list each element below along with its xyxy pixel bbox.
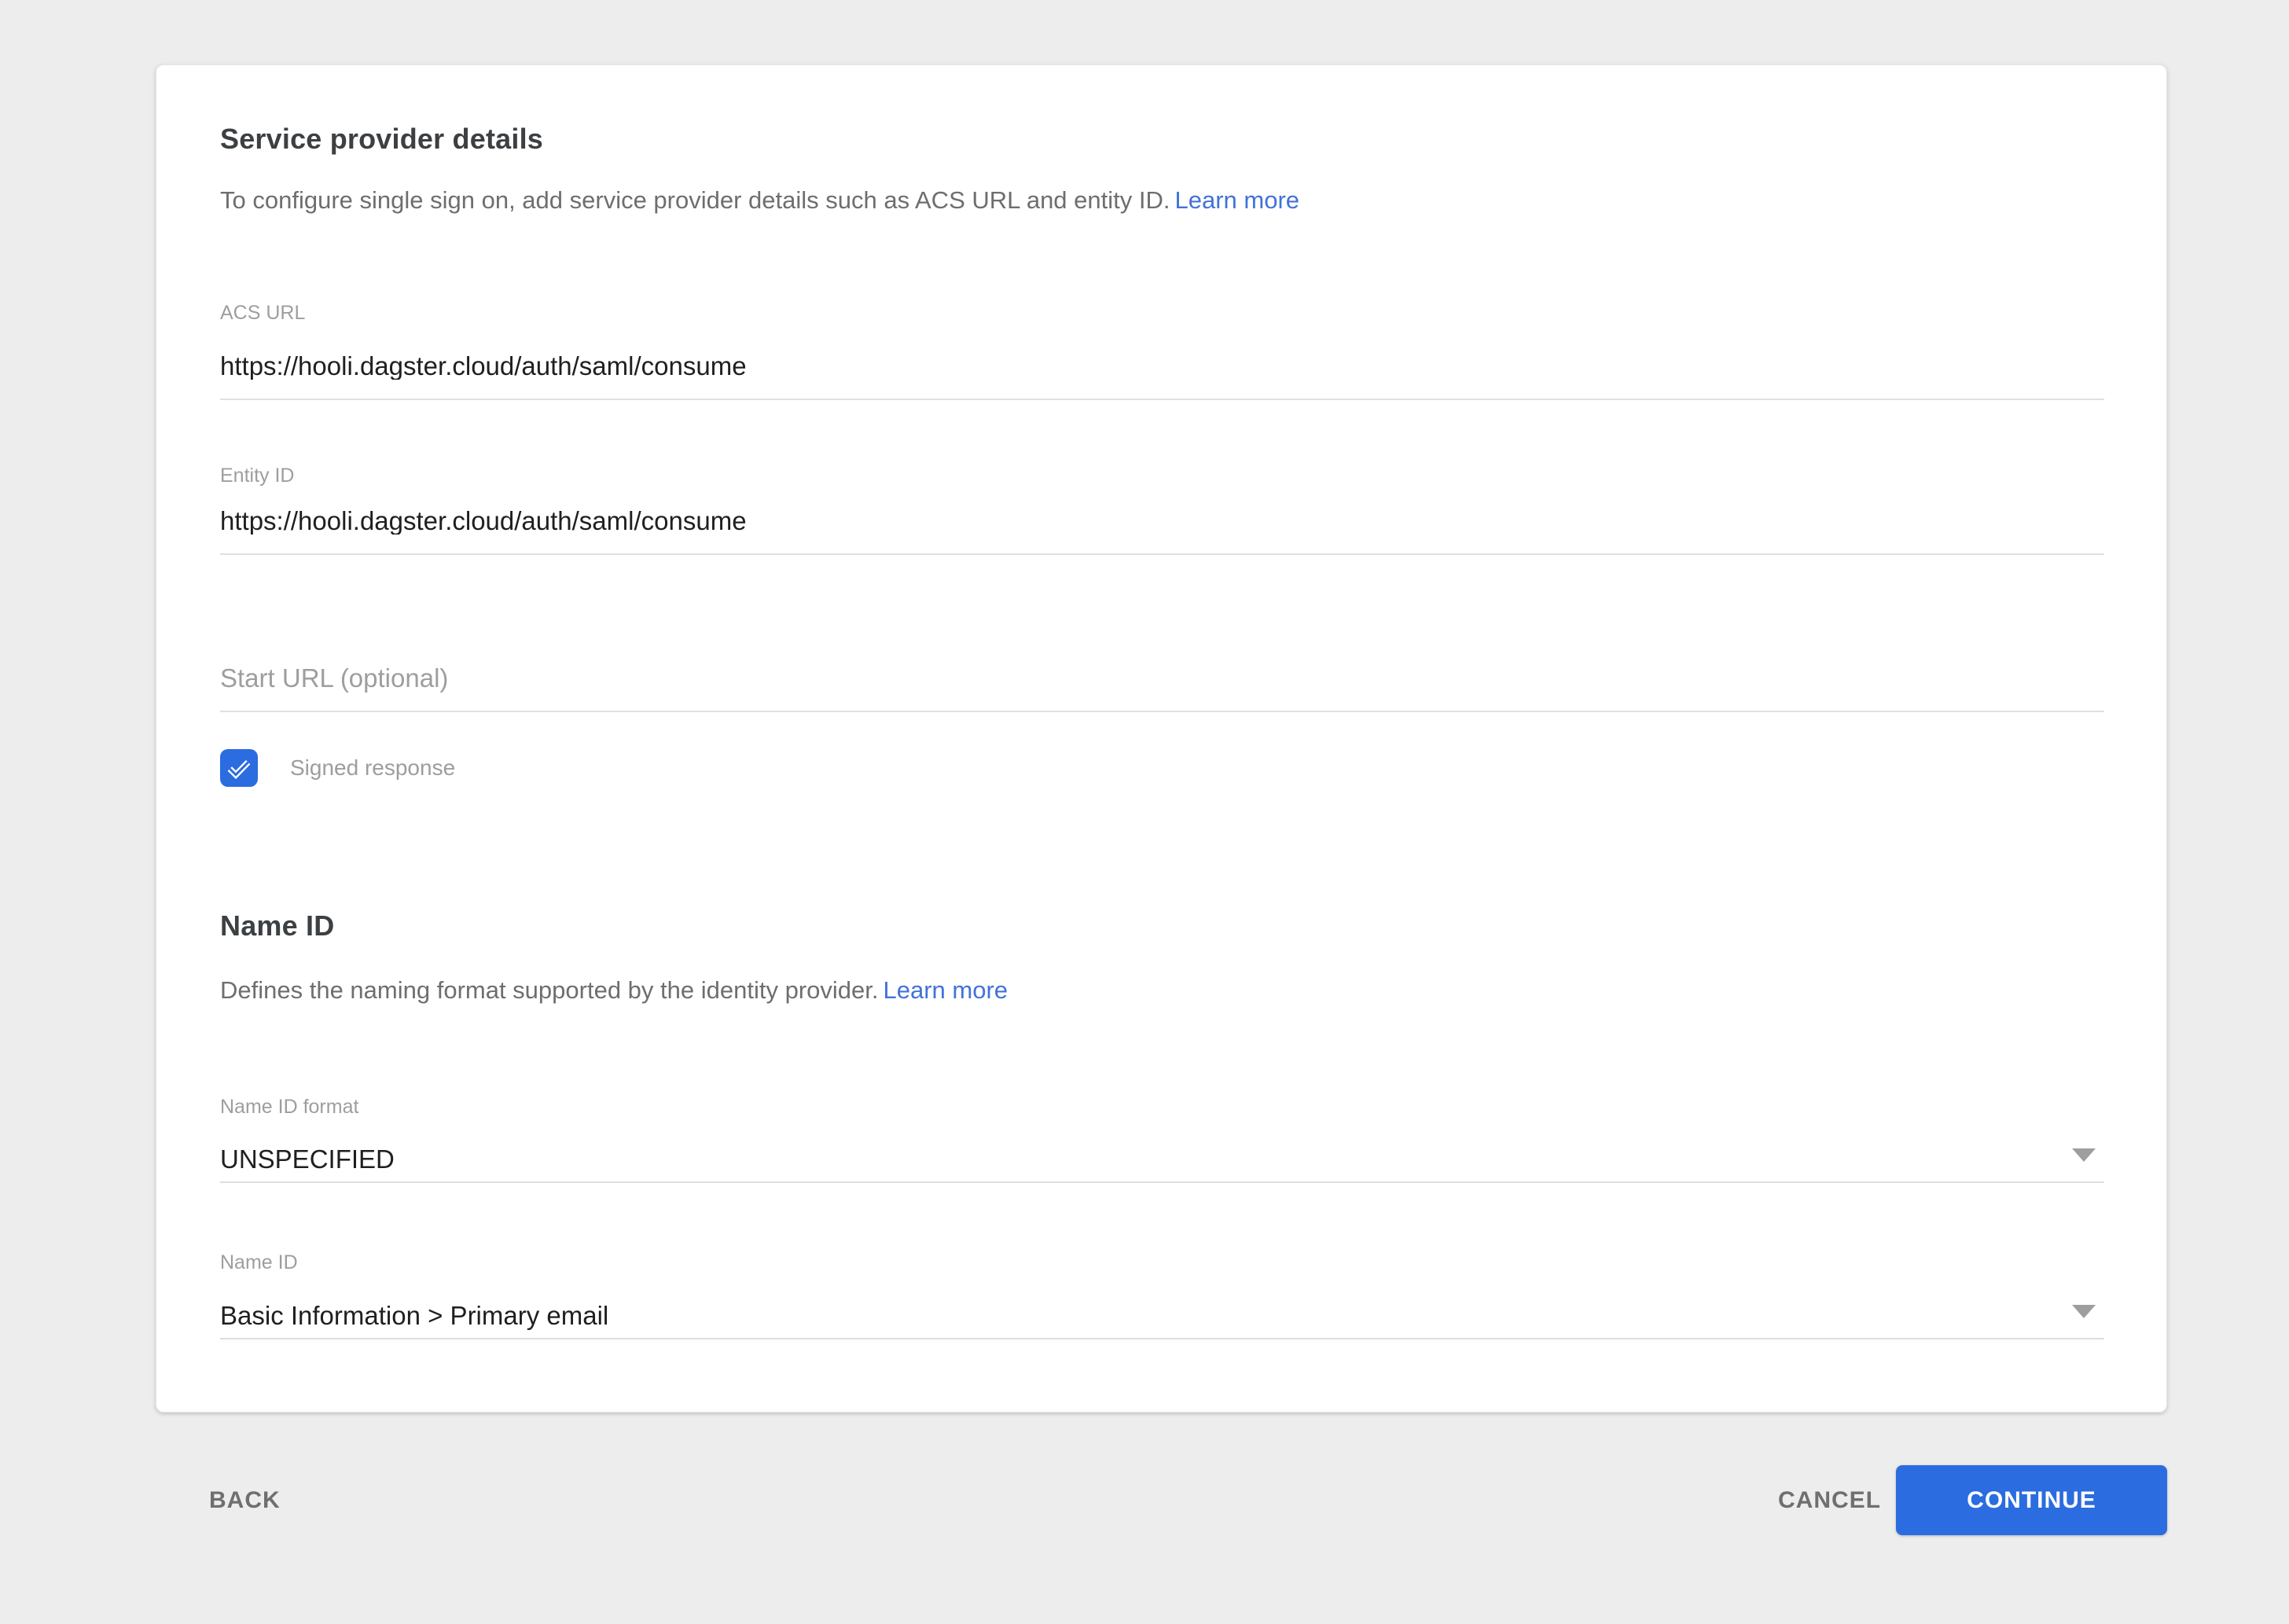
service-provider-description-text: To configure single sign on, add service… xyxy=(220,186,1170,214)
name-id-description-text: Defines the naming format supported by t… xyxy=(220,976,878,1004)
cancel-button[interactable]: CANCEL xyxy=(1762,1475,1897,1527)
start-url-input[interactable] xyxy=(220,664,2104,712)
name-id-description: Defines the naming format supported by t… xyxy=(220,975,1008,1006)
name-id-format-select[interactable]: UNSPECIFIED xyxy=(220,1144,2104,1183)
acs-url-label: ACS URL xyxy=(220,301,305,325)
chevron-down-icon xyxy=(2072,1148,2096,1162)
learn-more-link-name-id[interactable]: Learn more xyxy=(883,976,1008,1004)
signed-response-checkbox[interactable] xyxy=(220,749,258,787)
signed-response-label: Signed response xyxy=(290,755,455,781)
checkmark-icon xyxy=(223,752,255,784)
service-provider-card: Service provider details To configure si… xyxy=(156,64,2167,1413)
name-id-format-value: UNSPECIFIED xyxy=(220,1144,395,1175)
name-id-select[interactable]: Basic Information > Primary email xyxy=(220,1300,2104,1339)
name-id-format-label: Name ID format xyxy=(220,1095,358,1119)
continue-button[interactable]: CONTINUE xyxy=(1896,1465,2167,1535)
service-provider-description: To configure single sign on, add service… xyxy=(220,185,1299,216)
name-id-value: Basic Information > Primary email xyxy=(220,1300,608,1332)
entity-id-input[interactable] xyxy=(220,507,2104,555)
name-id-label: Name ID xyxy=(220,1251,298,1274)
signed-response-row: Signed response xyxy=(220,749,455,787)
learn-more-link-service-provider[interactable]: Learn more xyxy=(1175,186,1300,214)
acs-url-input[interactable] xyxy=(220,352,2104,400)
back-button[interactable]: BACK xyxy=(193,1475,296,1527)
chevron-down-icon xyxy=(2072,1305,2096,1318)
section-title-service-provider-details: Service provider details xyxy=(220,122,543,156)
section-title-name-id: Name ID xyxy=(220,909,334,943)
entity-id-label: Entity ID xyxy=(220,464,294,487)
